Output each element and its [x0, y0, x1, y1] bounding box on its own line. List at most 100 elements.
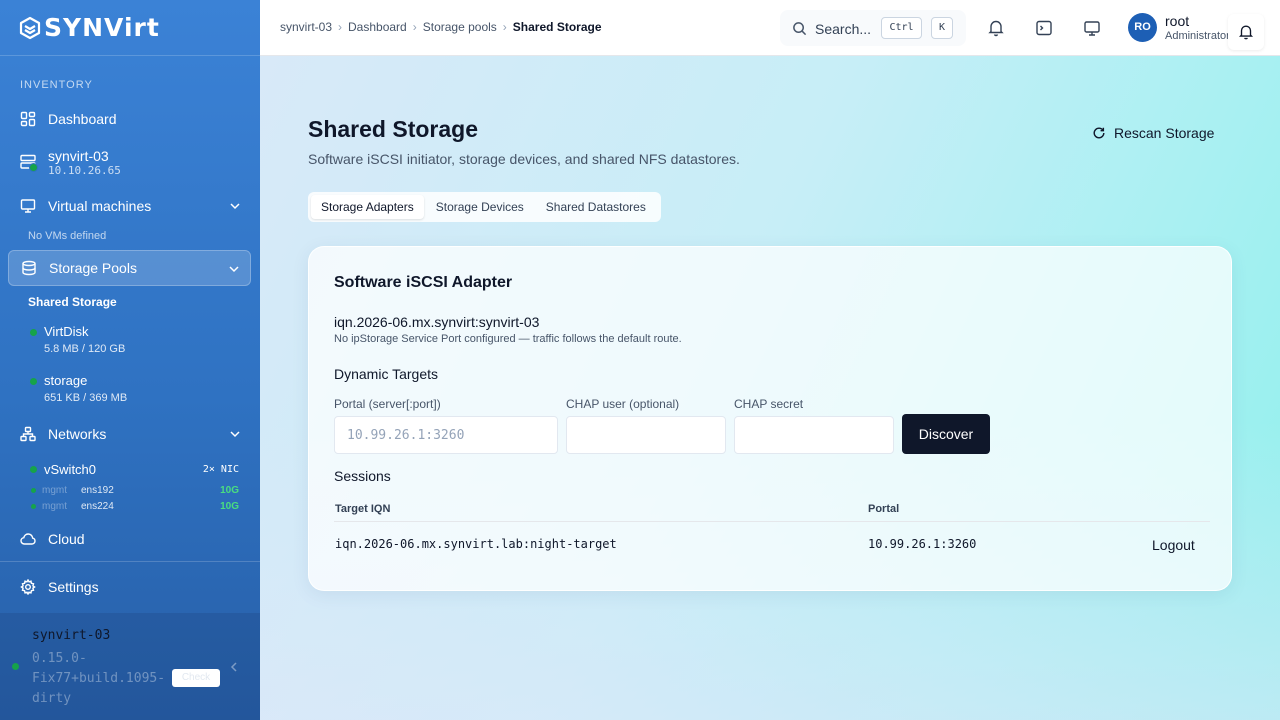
nic-role: mgmt [42, 501, 67, 512]
sidebar-item-label: Networks [48, 426, 107, 442]
rescan-storage-button[interactable]: Rescan Storage [1092, 122, 1214, 144]
sidebar: SYNVirt INVENTORY Dashboard synvirt-03 1… [0, 0, 260, 720]
column-header-target-iqn: Target IQN [335, 503, 391, 515]
session-portal: 10.99.26.1:3260 [868, 537, 977, 551]
iscsi-adapter-card: Software iSCSI Adapter iqn.2026-06.mx.sy… [308, 246, 1232, 591]
adapter-note: No ipStorage Service Port configured — t… [334, 333, 682, 345]
pool-item[interactable]: VirtDisk 5.8 MB / 120 GB [28, 324, 248, 364]
search-box[interactable]: Search... Ctrl K [780, 10, 966, 46]
chevron-left-icon[interactable] [228, 661, 240, 673]
chevron-down-icon[interactable] [226, 261, 242, 277]
vswitch-status-dot [30, 466, 37, 473]
monitor-icon [20, 198, 36, 214]
chevron-down-icon[interactable] [227, 426, 243, 442]
brand-logo[interactable]: SYNVirt [18, 13, 160, 42]
inventory-section-label: INVENTORY [20, 79, 93, 91]
check-update-button[interactable]: Check [172, 669, 220, 687]
chevron-down-icon[interactable] [227, 198, 243, 214]
kbd-ctrl: Ctrl [881, 17, 922, 39]
sidebar-item-settings[interactable]: Settings [8, 569, 251, 605]
nic-row: mgmt ens224 10G [28, 500, 243, 514]
database-icon [21, 260, 37, 276]
breadcrumb-item[interactable]: Storage pools [423, 20, 497, 34]
terminal-icon[interactable] [1034, 18, 1054, 38]
pool-item[interactable]: storage 651 KB / 369 MB [28, 373, 248, 413]
nic-row: mgmt ens192 10G [28, 484, 243, 498]
brand-name: SYNVirt [44, 13, 160, 42]
sidebar-item-shared-storage[interactable]: Shared Storage [28, 295, 117, 309]
logo-icon [19, 16, 41, 39]
chap-secret-label: CHAP secret [734, 397, 804, 411]
vswitch-name: vSwitch0 [44, 462, 97, 477]
notifications-button[interactable] [1228, 14, 1264, 50]
monitor-icon[interactable] [1082, 18, 1102, 38]
sidebar-item-label: Storage Pools [49, 260, 137, 276]
sidebar-item-label: Virtual machines [48, 198, 152, 214]
footer-hostname: synvirt-03 [32, 628, 111, 643]
sidebar-item-networks[interactable]: Networks [8, 416, 251, 452]
tab-storage-adapters[interactable]: Storage Adapters [311, 195, 424, 219]
brand: SYNVirt [0, 0, 260, 56]
avatar[interactable]: RO [1128, 13, 1157, 42]
dashboard-icon [20, 111, 36, 127]
nic-speed: 10G [220, 485, 239, 496]
user-name[interactable]: root [1165, 13, 1189, 29]
pool-size: 651 KB / 369 MB [44, 392, 128, 404]
chap-user-input[interactable] [566, 416, 726, 454]
session-target: iqn.2026-06.mx.synvirt.lab:night-target [335, 537, 617, 551]
footer-status-dot [12, 663, 19, 670]
discover-button[interactable]: Discover [902, 414, 990, 454]
sidebar-item-host[interactable]: synvirt-03 10.10.26.65 [20, 146, 250, 182]
chap-secret-input[interactable] [734, 416, 894, 454]
tab-storage-devices[interactable]: Storage Devices [426, 195, 534, 219]
page-subtitle: Software iSCSI initiator, storage device… [308, 151, 740, 167]
nic-name: ens224 [81, 501, 114, 512]
breadcrumb-separator: › [412, 20, 417, 34]
main-content: Shared Storage Software iSCSI initiator,… [260, 56, 1280, 720]
breadcrumb-item[interactable]: synvirt-03 [280, 20, 332, 34]
sidebar-item-dashboard[interactable]: Dashboard [8, 101, 251, 137]
logout-button[interactable]: Logout [1152, 537, 1195, 553]
vswitch-item[interactable]: vSwitch0 2× NIC mgmt ens192 10G mgmt ens… [28, 460, 243, 516]
pool-name: VirtDisk [44, 324, 89, 339]
adapter-iqn: iqn.2026-06.mx.synvirt:synvirt-03 [334, 314, 540, 330]
card-title: Software iSCSI Adapter [334, 274, 513, 291]
search-placeholder: Search... [815, 21, 872, 37]
tabs: Storage Adapters Storage Devices Shared … [308, 192, 661, 222]
sidebar-footer: synvirt-03 0.15.0-Fix77+build.1095-dirty… [0, 613, 260, 720]
column-header-portal: Portal [868, 503, 900, 515]
host-ip: 10.10.26.65 [48, 164, 121, 177]
host-status-dot [29, 163, 38, 172]
search-icon [793, 22, 807, 36]
pool-status-dot [30, 378, 37, 385]
network-icon [20, 426, 36, 442]
pool-status-dot [30, 329, 37, 336]
tab-shared-datastores[interactable]: Shared Datastores [536, 195, 656, 219]
portal-label: Portal (server[:port]) [334, 397, 441, 411]
sidebar-item-virtual-machines[interactable]: Virtual machines [8, 188, 251, 224]
sidebar-item-storage-pools[interactable]: Storage Pools [8, 250, 251, 286]
breadcrumb-current: Shared Storage [512, 20, 602, 34]
pool-size: 5.8 MB / 120 GB [44, 343, 126, 355]
nic-role: mgmt [42, 485, 67, 496]
pool-name: storage [44, 373, 88, 388]
breadcrumb-item[interactable]: Dashboard [348, 20, 407, 34]
footer-version: 0.15.0-Fix77+build.1095-dirty [32, 651, 166, 706]
sidebar-item-cloud[interactable]: Cloud [8, 521, 251, 557]
dynamic-targets-heading: Dynamic Targets [334, 366, 439, 382]
breadcrumb-separator: › [502, 20, 507, 34]
portal-input[interactable] [334, 416, 558, 454]
breadcrumb-separator: › [338, 20, 343, 34]
bell-icon[interactable] [986, 18, 1006, 38]
user-role: Administrator [1165, 30, 1228, 42]
breadcrumb: synvirt-03 › Dashboard › Storage pools ›… [280, 20, 602, 34]
rescan-label: Rescan Storage [1114, 125, 1215, 141]
nic-status-dot [31, 504, 36, 509]
sidebar-item-label: Cloud [48, 531, 85, 547]
page-title: Shared Storage [308, 116, 478, 142]
no-vms-text: No VMs defined [28, 230, 107, 242]
gear-icon [20, 579, 36, 595]
vswitch-nic-count: 2× NIC [202, 464, 239, 475]
refresh-icon [1093, 127, 1105, 139]
sidebar-divider [0, 561, 260, 562]
